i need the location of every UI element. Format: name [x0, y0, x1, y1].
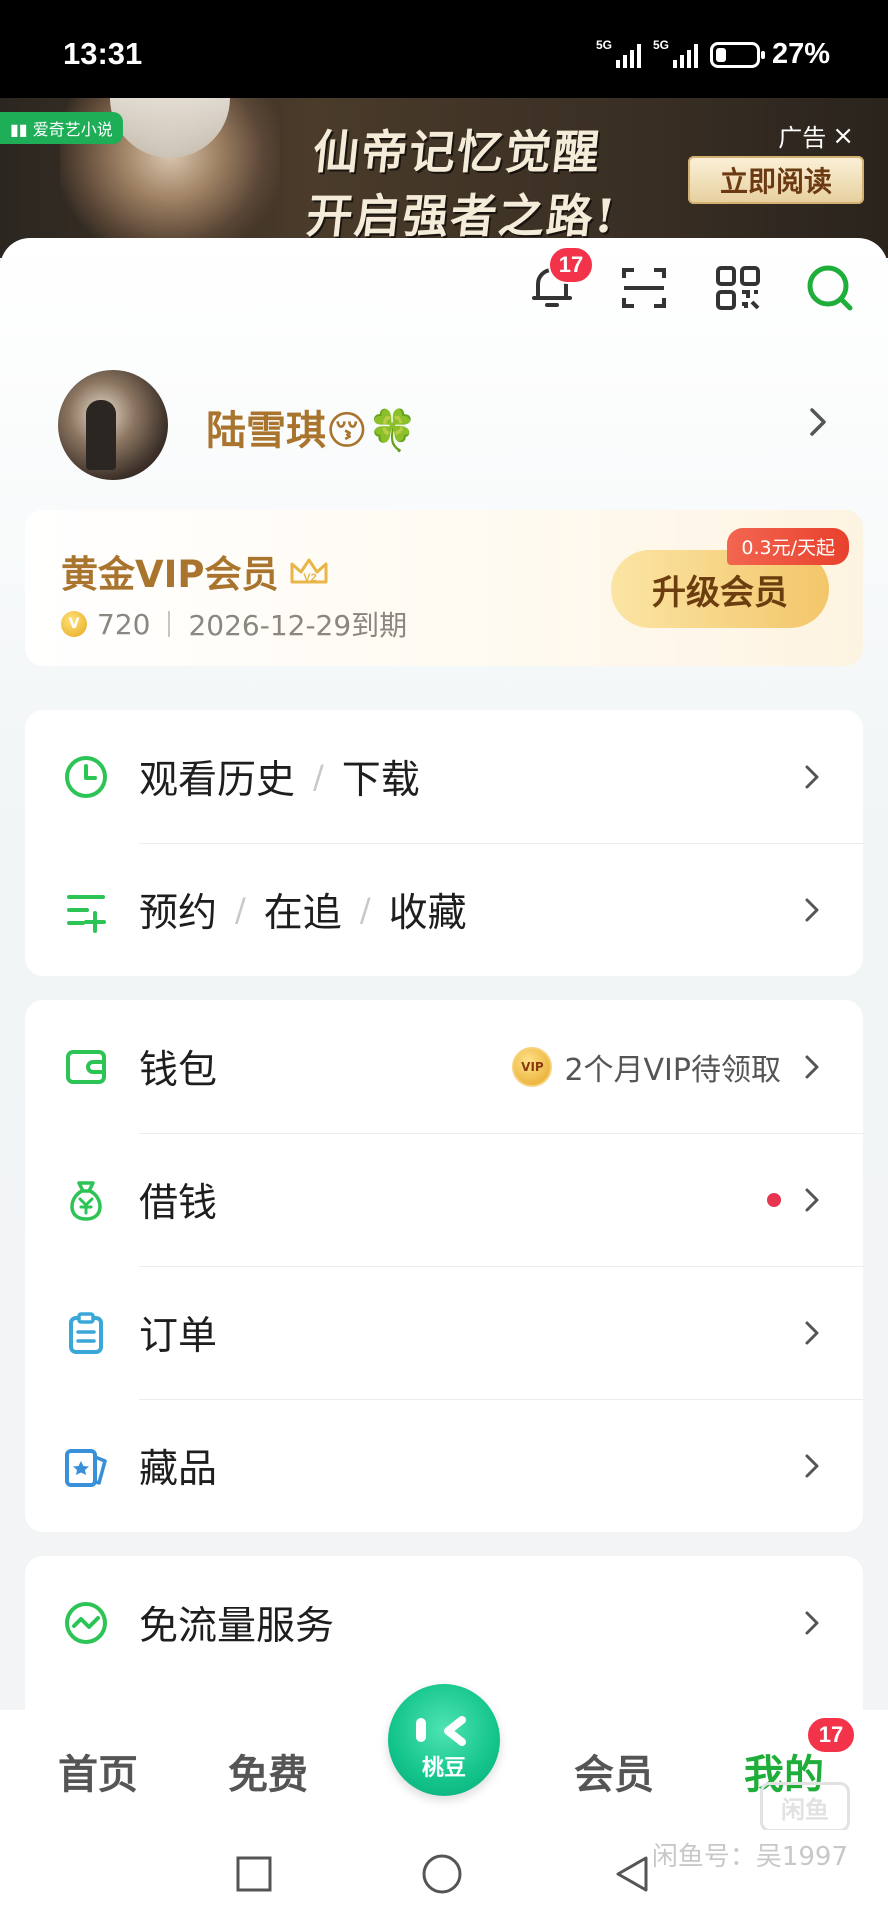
list-add-icon: [63, 887, 109, 933]
separator: /: [313, 757, 324, 796]
separator: /: [359, 890, 371, 929]
ad-source-label: ▮▮ 爱奇艺小说: [0, 112, 123, 144]
tab-center-button[interactable]: 桃豆: [388, 1684, 500, 1796]
battery-fill: [715, 47, 726, 62]
qr-code-button[interactable]: [710, 260, 766, 316]
notification-badge: 17: [548, 246, 594, 284]
menu-group-finance: 钱包 VIP 2个月VIP待领取 借钱 订单 藏品: [25, 1000, 863, 1532]
chevron-right-icon: [805, 1188, 819, 1212]
profile-row[interactable]: 陆雪琪😚🍀: [58, 370, 838, 480]
vip-title-text: 黄金VIP会员: [61, 553, 279, 596]
tab-mine-badge: 17: [806, 1716, 856, 1754]
menu-label: 观看历史 / 下载: [139, 749, 420, 805]
vip-coin-icon: VIP: [512, 1046, 553, 1087]
vip-subinfo: V 720 2026-12-29到期: [61, 604, 407, 644]
chevron-right-icon: [805, 1611, 819, 1635]
menu-label: 藏品: [139, 1446, 218, 1492]
ad-read-now-button[interactable]: 立即阅读: [688, 156, 864, 204]
order-clipboard-icon: [63, 1310, 109, 1356]
chevron-right-icon: [805, 1055, 819, 1079]
tab-member[interactable]: 会员: [574, 1742, 654, 1800]
reserve-link[interactable]: 预约: [139, 882, 217, 938]
close-icon[interactable]: ×: [832, 121, 854, 151]
tab-home[interactable]: 首页: [58, 1742, 138, 1800]
menu-label: 预约 / 在追 / 收藏: [139, 882, 467, 938]
vip-points: 720: [97, 607, 151, 641]
chevron-right-icon: [805, 765, 819, 789]
watermark-text: 闲鱼号：吴1997: [651, 1842, 848, 1872]
ad-headline-line1: 仙帝记忆觉醒: [310, 125, 605, 179]
vip-title: 黄金VIP会员 V2: [61, 544, 329, 598]
book-icon: ▮▮: [10, 120, 33, 139]
menu-row-orders[interactable]: 订单: [25, 1266, 863, 1399]
chevron-right-icon: [810, 408, 826, 436]
ad-tag: 广告 ×: [778, 118, 854, 153]
menu-label: 免流量服务: [139, 1603, 335, 1649]
clock-icon: [63, 754, 109, 800]
username: 陆雪琪😚🍀: [206, 408, 418, 454]
home-circle-icon[interactable]: [420, 1852, 464, 1896]
battery-percent: 27%: [771, 38, 830, 70]
vip-level-icon: V2: [290, 558, 328, 584]
price-tag: 0.3元/天起: [727, 528, 849, 565]
status-indicators: 5G 5G 27%: [596, 38, 830, 71]
signal-icon-1: 5G: [596, 38, 641, 68]
menu-group-history: 观看历史 / 下载 预约 / 在追 / 收藏: [25, 710, 863, 976]
tab-center-label: 桃豆: [421, 1756, 466, 1781]
search-button[interactable]: [802, 260, 858, 316]
menu-label: 订单: [139, 1313, 218, 1359]
history-link[interactable]: 观看历史: [139, 749, 295, 805]
watermark-logo: 闲鱼: [760, 1782, 850, 1832]
network-type-label: 5G: [652, 37, 669, 52]
coin-icon: V: [61, 611, 87, 637]
qr-code-icon: [716, 266, 760, 310]
ad-headline: 仙帝记忆觉醒 开启强者之路!: [303, 120, 627, 248]
following-link[interactable]: 在追: [264, 882, 342, 938]
back-triangle-icon[interactable]: [610, 1852, 654, 1896]
status-bar: 13:31 5G 5G 27%: [0, 0, 888, 98]
wallet-promo: VIP 2个月VIP待领取: [512, 1045, 781, 1089]
menu-row-borrow[interactable]: 借钱: [25, 1133, 863, 1266]
menu-row-collectibles[interactable]: 藏品: [25, 1399, 863, 1532]
battery-icon: [709, 41, 765, 68]
chevron-right-icon: [805, 1454, 819, 1478]
signal-icon-2: 5G: [653, 38, 698, 68]
menu-row-wallet[interactable]: 钱包 VIP 2个月VIP待领取: [25, 1000, 863, 1133]
menu-row-free-data[interactable]: 免流量服务: [25, 1556, 863, 1689]
vip-expiry: 2026-12-29到期: [188, 609, 408, 642]
favorites-link[interactable]: 收藏: [389, 882, 467, 938]
network-type-label: 5G: [595, 37, 612, 52]
separator: /: [235, 890, 246, 929]
scan-icon: [622, 268, 666, 308]
search-icon: [807, 265, 853, 311]
recent-apps-icon[interactable]: [232, 1852, 276, 1896]
menu-label: 借钱: [139, 1180, 218, 1226]
bottom-tab-bar: 首页 免费 桃豆 会员 我的 17: [0, 1684, 888, 1830]
chevron-right-icon: [805, 898, 819, 922]
vip-level-text: V2: [303, 572, 316, 584]
scan-button[interactable]: [616, 260, 672, 316]
vip-card[interactable]: 黄金VIP会员 V2 V 720 2026-12-29到期 升级会员 0.3元/…: [25, 510, 863, 666]
avatar[interactable]: [58, 370, 168, 480]
chevron-right-icon: [805, 1321, 819, 1345]
menu-row-history-download[interactable]: 观看历史 / 下载: [25, 710, 863, 843]
tab-free[interactable]: 免费: [228, 1742, 308, 1800]
wallet-promo-text: 2个月VIP待领取: [564, 1052, 781, 1088]
wallet-icon: [63, 1044, 109, 1090]
money-bag-icon: [63, 1177, 109, 1223]
red-dot-indicator: [767, 1192, 781, 1207]
mascot-eyes-icon: [416, 1716, 466, 1746]
download-link[interactable]: 下载: [342, 749, 420, 805]
ad-banner[interactable]: ▮▮ 爱奇艺小说 仙帝记忆觉醒 开启强者之路! 广告 × 立即阅读: [0, 98, 888, 258]
borrow-indicator: [767, 1192, 781, 1207]
menu-row-reserve-follow-favorite[interactable]: 预约 / 在追 / 收藏: [25, 843, 863, 976]
status-time: 13:31: [63, 36, 143, 71]
collectible-card-icon: [63, 1443, 109, 1489]
menu-label: 钱包: [139, 1047, 218, 1093]
divider: [168, 611, 171, 637]
ad-tag-label: 广告: [778, 124, 827, 152]
free-data-icon: [63, 1600, 109, 1646]
ad-source-text: 爱奇艺小说: [32, 120, 113, 139]
